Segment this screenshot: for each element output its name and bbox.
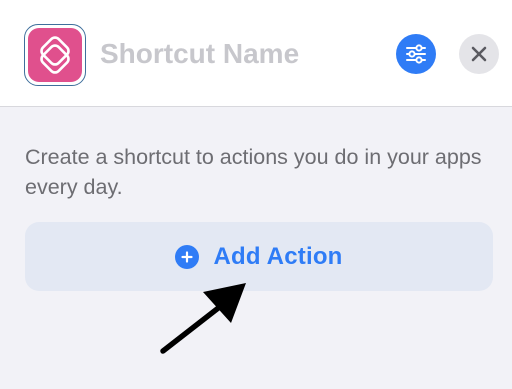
empty-state-description: Create a shortcut to actions you do in y… xyxy=(25,145,482,199)
shortcut-icon-button[interactable] xyxy=(24,24,86,86)
editor-header xyxy=(0,0,512,107)
sliders-icon xyxy=(406,44,426,64)
close-icon xyxy=(471,46,487,62)
add-action-label: Add Action xyxy=(213,242,343,270)
shortcut-icon-tile xyxy=(28,28,82,82)
shortcuts-layers-icon xyxy=(40,36,70,74)
pointer-arrow-icon xyxy=(160,283,246,354)
shortcut-name-input[interactable] xyxy=(100,36,370,72)
plus-circle-icon xyxy=(175,244,200,269)
settings-button[interactable] xyxy=(396,34,436,74)
close-button[interactable] xyxy=(459,34,499,74)
